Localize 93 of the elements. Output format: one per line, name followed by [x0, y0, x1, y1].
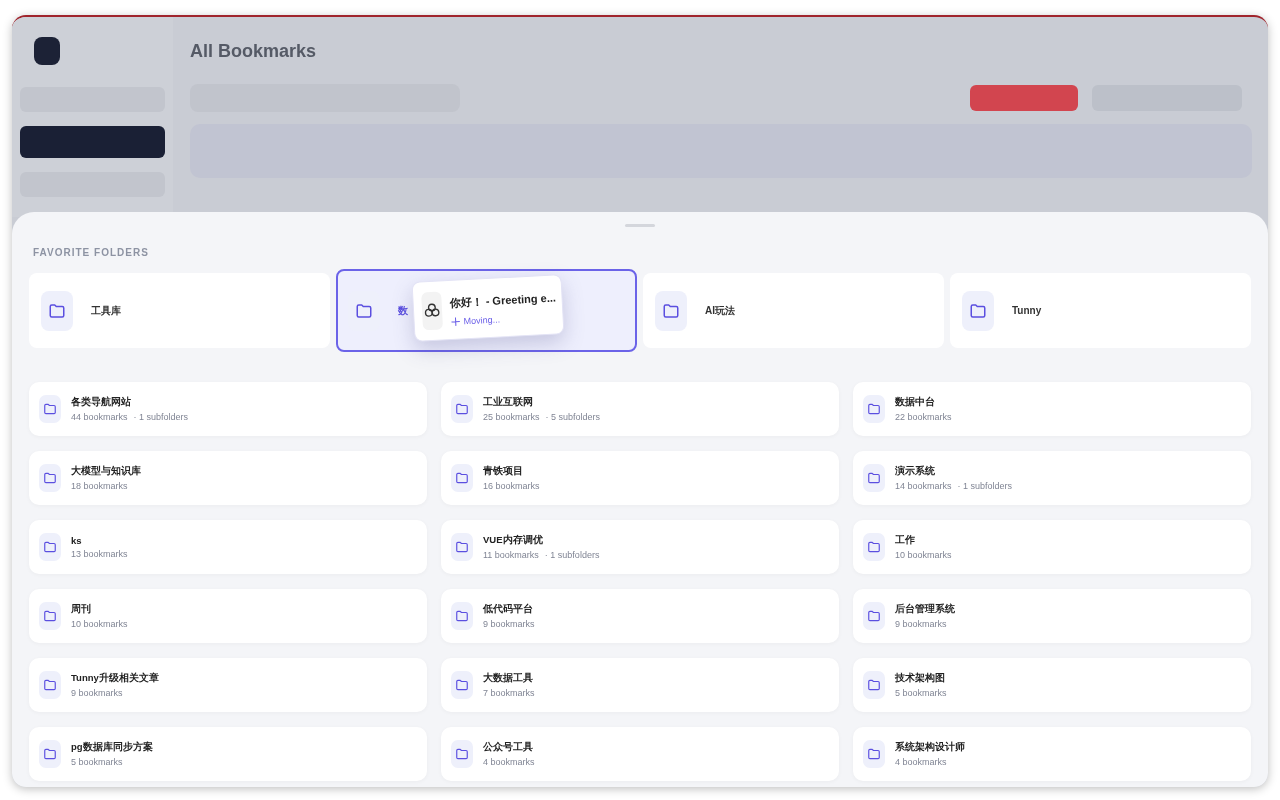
folder-icon [48, 301, 66, 320]
folder-card[interactable]: ks 13 bookmarks [29, 520, 427, 574]
folder-card[interactable]: 工业互联网 25 bookmarks · 5 subfolders [441, 382, 839, 436]
folder-name: 系统架构设计师 [895, 741, 965, 754]
moving-status: Moving... [463, 314, 501, 327]
bookmark-count: 5 bookmarks [895, 688, 947, 698]
folder-icon [455, 540, 469, 554]
bookmark-count: 9 bookmarks [71, 688, 123, 698]
bookmark-count: 10 bookmarks [71, 619, 128, 629]
bookmark-count: 9 bookmarks [895, 619, 947, 629]
folder-icon [867, 540, 881, 554]
folder-card[interactable]: 工作 10 bookmarks [853, 520, 1251, 574]
folder-card[interactable]: 低代码平台 9 bookmarks [441, 589, 839, 643]
subfolder-count: · 1 subfolders [133, 412, 189, 422]
folder-card[interactable]: 后台管理系统 9 bookmarks [853, 589, 1251, 643]
folder-name: 大数据工具 [483, 672, 534, 685]
folder-name: 演示系统 [895, 465, 936, 478]
folder-card[interactable]: 数据中台 22 bookmarks [853, 382, 1251, 436]
folder-name: VUE内存调优 [483, 534, 544, 547]
folder-icon [455, 678, 469, 692]
folder-name: 数 [398, 303, 408, 318]
folder-icon [969, 301, 987, 320]
folder-card[interactable]: 周刊 10 bookmarks [29, 589, 427, 643]
section-title: FAVORITE FOLDERS [32, 247, 150, 258]
folder-icon [455, 609, 469, 623]
folder-name: 公众号工具 [483, 741, 534, 754]
folder-card[interactable]: 系统架构设计师 4 bookmarks [853, 727, 1251, 781]
subfolder-count: · 5 subfolders [545, 412, 601, 422]
bookmark-count: 16 bookmarks [483, 481, 540, 491]
folder-name: 工作 [895, 534, 916, 547]
folder-icon [455, 471, 469, 485]
folder-card[interactable]: 各类导航网站 44 bookmarks · 1 subfolders [29, 382, 427, 436]
folder-card[interactable]: 大模型与知识库 18 bookmarks [29, 451, 427, 505]
favorite-folder-card[interactable]: 工具库 [29, 273, 330, 348]
folder-name: 大模型与知识库 [71, 465, 141, 478]
bookmark-count: 10 bookmarks [895, 550, 952, 560]
folder-icon [43, 540, 57, 554]
bookmark-count: 25 bookmarks [483, 412, 540, 422]
bookmark-count: 9 bookmarks [483, 619, 535, 629]
subfolder-count: · 1 subfolders [544, 550, 600, 560]
folder-card[interactable]: pg数据库同步方案 5 bookmarks [29, 727, 427, 781]
folder-name: 青铁项目 [483, 465, 524, 478]
folder-card[interactable]: 演示系统 14 bookmarks · 1 subfolders [853, 451, 1251, 505]
folder-icon [355, 301, 373, 320]
folder-icon [455, 402, 469, 416]
bookmark-count: 5 bookmarks [71, 757, 123, 767]
folder-name: 技术架构图 [895, 672, 946, 685]
page-title: All Bookmarks [190, 41, 318, 62]
folder-card[interactable]: VUE内存调优 11 bookmarks · 1 subfolders [441, 520, 839, 574]
folder-icon [867, 471, 881, 485]
bookmark-count: 4 bookmarks [895, 757, 947, 767]
drag-handle[interactable] [625, 224, 655, 227]
folder-icon [455, 747, 469, 761]
folder-icon [43, 609, 57, 623]
folder-card[interactable]: 公众号工具 4 bookmarks [441, 727, 839, 781]
folder-name: 数据中台 [895, 396, 936, 409]
folder-name: 工具库 [91, 303, 121, 318]
bookmark-count: 18 bookmarks [71, 481, 128, 491]
folder-icon [662, 301, 680, 320]
folder-name: 周刊 [71, 603, 92, 616]
folder-icon [867, 402, 881, 416]
folder-icon [43, 402, 57, 416]
folder-icon [43, 678, 57, 692]
favorite-folder-card[interactable]: Tunny [950, 273, 1251, 348]
folder-name: Tunny升级相关文章 [71, 672, 159, 685]
folder-name: 后台管理系统 [895, 603, 955, 616]
bookmark-count: 11 bookmarks [483, 550, 539, 560]
folder-name: AI玩法 [705, 303, 735, 318]
subfolder-count: · 1 subfolders [957, 481, 1013, 491]
bookmark-count: 7 bookmarks [483, 688, 535, 698]
folder-card[interactable]: 青铁项目 16 bookmarks [441, 451, 839, 505]
folder-card[interactable]: 大数据工具 7 bookmarks [441, 658, 839, 712]
bookmark-count: 14 bookmarks [895, 481, 952, 491]
folder-icon [867, 678, 881, 692]
favorite-folder-card[interactable]: AI玩法 [643, 273, 944, 348]
move-icon [450, 316, 461, 327]
bookmark-count: 44 bookmarks [71, 412, 128, 422]
folder-name: ks [71, 535, 83, 546]
folder-name: 工业互联网 [483, 396, 534, 409]
folder-card[interactable]: Tunny升级相关文章 9 bookmarks [29, 658, 427, 712]
folder-icon [867, 609, 881, 623]
folder-icon [43, 747, 57, 761]
folder-card[interactable]: 技术架构图 5 bookmarks [853, 658, 1251, 712]
folder-name: 低代码平台 [483, 603, 534, 616]
bookmark-count: 13 bookmarks [71, 549, 128, 559]
folder-name: pg数据库同步方案 [71, 741, 153, 754]
folder-icon [867, 747, 881, 761]
folder-name: 各类导航网站 [71, 396, 132, 409]
folder-icon [43, 471, 57, 485]
folder-name: Tunny [1012, 305, 1042, 316]
bookmark-count: 4 bookmarks [483, 757, 535, 767]
bookmark-title: 你好！ - Greeting e... [449, 291, 557, 309]
bookmark-count: 22 bookmarks [895, 412, 952, 422]
